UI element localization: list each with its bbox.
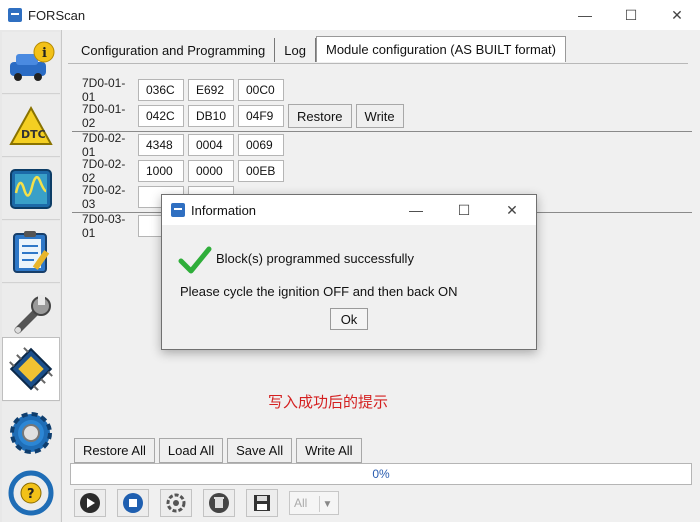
row-label: 7D0-03-01 (82, 212, 126, 240)
maximize-button[interactable]: ☐ (608, 0, 654, 30)
dialog-maximize-button[interactable]: ☐ (440, 195, 488, 225)
hex-cell[interactable]: DB10 (188, 105, 234, 127)
row-label: 7D0-02-03 (82, 183, 126, 211)
hex-cell[interactable]: 04F9 (238, 105, 284, 127)
play-icon (80, 493, 100, 513)
load-all-button[interactable]: Load All (158, 438, 224, 463)
chip-icon (9, 347, 53, 391)
wrench-icon (14, 294, 51, 333)
close-button[interactable]: ✕ (654, 0, 700, 30)
row-label: 7D0-02-02 (82, 157, 126, 185)
filter-select[interactable]: All ▼ (289, 491, 339, 515)
svg-text:?: ? (27, 487, 35, 502)
svg-text:DTC: DTC (21, 128, 46, 141)
tab-log[interactable]: Log (275, 38, 316, 62)
minimize-button[interactable]: — (562, 0, 608, 30)
ok-button[interactable]: Ok (330, 308, 368, 330)
success-check-icon (178, 246, 212, 274)
stop-button[interactable] (117, 489, 149, 517)
hex-cell[interactable]: 1000 (138, 160, 184, 182)
dialog-close-button[interactable]: ✕ (488, 195, 536, 225)
write-button[interactable]: Write (355, 104, 404, 128)
information-dialog: Information — ☐ ✕ Block(s) programmed su… (161, 194, 537, 350)
row-label: 7D0-01-02 (82, 102, 126, 130)
config-row: 7D0-02-01 4348 0004 0069 (72, 131, 284, 159)
restore-button[interactable]: Restore (288, 104, 352, 128)
delete-button[interactable] (203, 489, 235, 517)
sidebar-item-configuration[interactable] (2, 337, 60, 401)
save-icon (254, 495, 270, 511)
progress-text: 0% (372, 467, 390, 481)
run-button[interactable] (74, 489, 106, 517)
tab-divider (68, 63, 688, 64)
help-steering-icon: ? (8, 470, 54, 515)
dialog-minimize-button[interactable]: — (392, 195, 440, 225)
sidebar-item-dtc[interactable]: DTC (2, 95, 60, 157)
sidebar-item-service[interactable] (2, 221, 60, 283)
toolbar: All ▼ (74, 489, 339, 517)
sidebar-item-help[interactable]: ? (2, 462, 60, 522)
checklist-icon (13, 230, 50, 273)
hex-cell[interactable]: 0004 (188, 134, 234, 156)
hex-cell[interactable]: 042C (138, 105, 184, 127)
dtc-icon: DTC (9, 105, 53, 145)
progress-bar: 0% (70, 463, 692, 485)
settings-gear-icon (10, 411, 52, 454)
sidebar-item-vehicle-info[interactable]: i (2, 32, 60, 94)
tab-configuration-programming[interactable]: Configuration and Programming (72, 38, 276, 62)
dialog-message: Block(s) programmed successfully (216, 251, 414, 266)
save-all-button[interactable]: Save All (227, 438, 293, 463)
filter-select-value: All (294, 496, 308, 510)
sidebar: i DTC ? (0, 30, 62, 522)
config-row: 7D0-01-01 036C E692 00C0 (72, 76, 284, 104)
sidebar-item-oscilloscope[interactable] (2, 158, 60, 220)
chevron-down-icon: ▼ (319, 496, 335, 512)
hex-cell[interactable]: 00C0 (238, 79, 284, 101)
dialog-title: Information (191, 202, 257, 218)
sidebar-item-settings[interactable] (2, 402, 60, 464)
svg-text:i: i (42, 46, 47, 61)
hex-cell[interactable]: 0069 (238, 134, 284, 156)
forscan-app-icon (8, 8, 22, 22)
title-bar: FORScan — ☐ ✕ (0, 0, 700, 30)
dialog-instruction: Please cycle the ignition OFF and then b… (180, 284, 458, 299)
info-car-icon: i (10, 41, 55, 81)
row-label: 7D0-01-01 (82, 76, 126, 104)
restore-all-button[interactable]: Restore All (74, 438, 155, 463)
config-row: 7D0-01-02 042C DB10 04F9 Restore Write (72, 102, 404, 130)
stop-icon (123, 493, 143, 513)
delete-icon (209, 493, 229, 513)
hex-cell[interactable]: E692 (188, 79, 234, 101)
tab-bar: Configuration and Programming Log Module… (72, 36, 566, 64)
config-row: 7D0-02-02 1000 0000 00EB (72, 157, 284, 185)
annotation-text: 写入成功后的提示 (268, 393, 389, 411)
block-separator (72, 131, 692, 132)
save-button[interactable] (246, 489, 278, 517)
write-all-button[interactable]: Write All (296, 438, 362, 463)
tab-module-configuration[interactable]: Module configuration (AS BUILT format) (315, 36, 566, 62)
app-title: FORScan (28, 7, 86, 23)
search-module-button[interactable] (160, 489, 192, 517)
dialog-title-bar: Information — ☐ ✕ (162, 195, 536, 225)
row-label: 7D0-02-01 (82, 131, 126, 159)
forscan-app-icon (171, 203, 185, 217)
hex-cell[interactable]: 036C (138, 79, 184, 101)
module-search-icon (166, 493, 186, 513)
hex-cell[interactable]: 00EB (238, 160, 284, 182)
hex-cell[interactable]: 0000 (188, 160, 234, 182)
bulk-actions: Restore All Load All Save All Write All (70, 438, 362, 463)
hex-cell[interactable]: 4348 (138, 134, 184, 156)
oscilloscope-icon (10, 168, 52, 209)
